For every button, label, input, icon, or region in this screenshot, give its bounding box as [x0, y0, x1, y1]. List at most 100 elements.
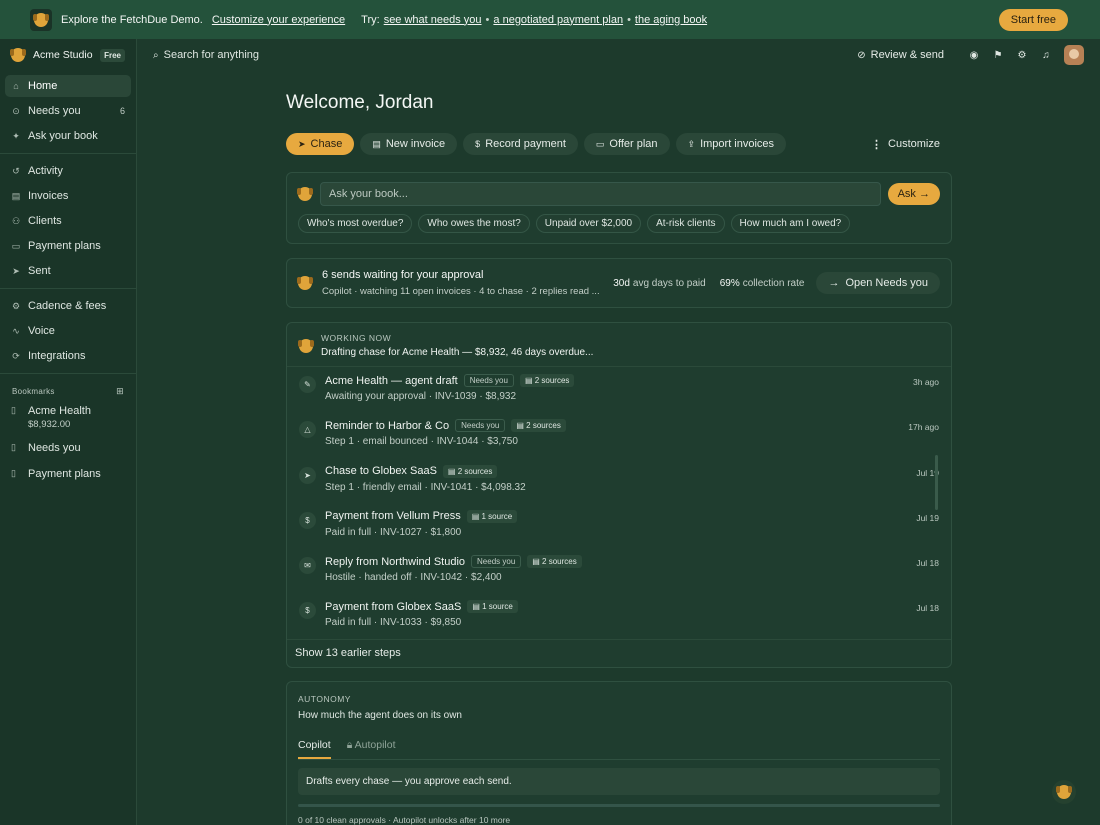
search-input[interactable]: ⌕ Search for anything	[153, 49, 259, 61]
warning-icon: △	[299, 421, 316, 439]
record-payment-button[interactable]: $ Record payment	[463, 133, 578, 155]
agent-avatar-icon	[1056, 785, 1072, 799]
start-free-button[interactable]: Start free	[998, 8, 1068, 31]
activity-row[interactable]: △ Reminder to Harbor & Co Needs you ▤ 2 sou…	[287, 412, 951, 457]
sidebar-item-activity[interactable]: ↺ Activity	[5, 160, 131, 182]
sources-label: 2 sources	[542, 557, 577, 567]
stat-days-label: avg days to paid	[632, 277, 706, 289]
send-icon: ➤	[12, 266, 20, 276]
stat-rate-value: 69%	[719, 277, 740, 289]
open-needs-you-button[interactable]: → Open Needs you	[816, 272, 940, 294]
working-title: Drafting chase for Acme Health — $8,932,…	[321, 347, 594, 358]
activity-subtitle: Step 1 · friendly email · INV-1041 · $4,…	[325, 481, 526, 493]
activity-row[interactable]: $ Payment from Globex SaaS ▤ 1 source Paid …	[287, 593, 951, 638]
customize-experience-link[interactable]: Customize your experience	[212, 14, 345, 26]
needs-you-count: 6	[119, 106, 125, 116]
bell-icon[interactable]: ♫	[1034, 50, 1058, 61]
divider	[0, 288, 136, 289]
tab-copilot[interactable]: Copilot	[298, 739, 331, 759]
search-placeholder: Search for anything	[163, 49, 259, 61]
card-icon: ▭	[11, 241, 21, 251]
chip-most-overdue[interactable]: Who's most overdue?	[298, 214, 413, 233]
activity-row[interactable]: ✉ Reply from Northwind Studio Needs you ▤ 2…	[287, 548, 951, 593]
bookmarks-label: Bookmarks	[12, 386, 55, 396]
voice-icon: ∿	[12, 326, 20, 336]
history-icon: ↺	[12, 166, 20, 176]
autonomy-footer: 0 of 10 clean approvals · Autopilot unlo…	[298, 814, 511, 825]
eye-icon[interactable]: ◉	[962, 50, 986, 61]
chip-how-much-owed[interactable]: How much am I owed?	[730, 214, 851, 233]
upload-icon: ⇪	[687, 138, 696, 149]
avatar[interactable]	[1064, 45, 1084, 65]
scrollbar[interactable]	[935, 455, 938, 510]
ask-button[interactable]: Ask →	[887, 183, 940, 205]
sidebar-item-payment-plans[interactable]: ▭ Payment plans	[5, 235, 131, 257]
sidebar-item-cadence-fees[interactable]: ⚙ Cadence & fees	[5, 295, 131, 317]
ask-input[interactable]: Ask your book...	[320, 182, 881, 206]
sidebar-item-label: Voice	[28, 325, 55, 337]
sources-label: 2 sources	[526, 421, 561, 431]
gear-icon[interactable]: ⚙	[1010, 50, 1034, 61]
sources-label: 1 source	[482, 602, 513, 612]
sources-badge[interactable]: ▤ 2 sources	[519, 374, 575, 387]
show-earlier-button[interactable]: Show 13 earlier steps	[287, 638, 951, 667]
sidebar-item-needs-you[interactable]: ⊙ Needs you 6	[5, 100, 131, 122]
import-invoices-button[interactable]: ⇪ Import invoices	[675, 133, 787, 155]
activity-row[interactable]: ✎ Acme Health — agent draft Needs you ▤ 2 s…	[287, 367, 951, 412]
card-icon: ▭	[595, 138, 605, 149]
bookmark-acme-health[interactable]: ▯ Acme Health $8,932.00	[0, 402, 136, 433]
activity-time: 3h ago	[913, 377, 939, 387]
sidebar-item-ask-your-book[interactable]: ✦ Ask your book	[5, 125, 131, 147]
workspace-name: Acme Studio	[33, 49, 93, 61]
lock-icon: 🔒︎	[346, 738, 355, 751]
sidebar-item-label: Ask your book	[28, 130, 98, 142]
chip-owes-most[interactable]: Who owes the most?	[418, 214, 530, 233]
sidebar-item-label: Clients	[28, 215, 62, 227]
try-link-needs-you[interactable]: see what needs you	[384, 14, 482, 26]
customize-button[interactable]: ⋮ Customize	[871, 133, 940, 155]
try-link-aging-book[interactable]: the aging book	[635, 14, 707, 26]
sidebar-item-integrations[interactable]: ⟳ Integrations	[5, 345, 131, 367]
workspace-logo-icon	[10, 48, 26, 62]
bookmark-needs-you[interactable]: ▯ Needs you	[0, 439, 136, 457]
sidebar-item-clients[interactable]: ⚇ Clients	[5, 210, 131, 232]
document-icon: ▤	[472, 602, 483, 612]
banner-title: Explore the FetchDue Demo.	[61, 13, 203, 26]
workspace-switcher[interactable]: Acme Studio Free	[0, 39, 136, 71]
sidebar: Acme Studio Free ⌂ Home ⊙ Needs you 6 ✦ …	[0, 39, 137, 825]
sources-badge[interactable]: ▤ 2 sources	[511, 419, 566, 433]
tab-autopilot[interactable]: 🔒︎ Autopilot	[347, 739, 396, 759]
activity-title: Chase to Globex SaaS	[325, 465, 437, 478]
offer-plan-button[interactable]: ▭ Offer plan	[583, 133, 670, 155]
approval-card: 6 sends waiting for your approval Copilo…	[286, 258, 952, 308]
agent-chat-button[interactable]	[1052, 780, 1076, 804]
sidebar-item-invoices[interactable]: ▤ Invoices	[5, 185, 131, 207]
bookmark-payment-plans[interactable]: ▯ Payment plans	[0, 465, 136, 483]
needs-you-tag: Needs you	[455, 419, 506, 433]
new-invoice-button[interactable]: ▤ New invoice	[360, 133, 458, 155]
review-send-button[interactable]: ⊘ Review & send	[857, 49, 944, 61]
sidebar-item-voice[interactable]: ∿ Voice	[5, 320, 131, 342]
try-link-payment-plan[interactable]: a negotiated payment plan	[493, 14, 623, 26]
chase-button[interactable]: ➤ Chase	[286, 133, 355, 155]
sidebar-item-sent[interactable]: ➤ Sent	[5, 260, 131, 282]
dollar-icon: $	[475, 139, 481, 149]
search-icon: ⌕	[153, 49, 159, 61]
sources-badge[interactable]: ▤ 1 source	[466, 509, 518, 523]
sidebar-item-label: Payment plans	[28, 240, 101, 252]
page-title: Welcome, Jordan	[286, 92, 434, 113]
activity-row[interactable]: ➤ Chase to Globex SaaS ▤ 2 sources Step 1 ·…	[287, 458, 951, 503]
activity-row[interactable]: $ Payment from Vellum Press ▤ 1 source Paid…	[287, 503, 951, 548]
add-bookmark-icon[interactable]: ⊞	[116, 386, 124, 397]
chip-unpaid-over[interactable]: Unpaid over $2,000	[535, 214, 642, 233]
paint-icon[interactable]: ⚑	[986, 50, 1010, 61]
bookmark-label: Needs you	[28, 442, 81, 454]
sources-badge[interactable]: ▤ 2 sources	[442, 464, 498, 478]
sources-badge[interactable]: ▤ 2 sources	[527, 555, 582, 569]
open-needs-you-label: Open Needs you	[845, 277, 928, 289]
chip-at-risk[interactable]: At-risk clients	[647, 214, 725, 233]
home-icon: ⌂	[13, 81, 19, 91]
sidebar-item-home[interactable]: ⌂ Home	[5, 75, 131, 97]
sources-badge[interactable]: ▤ 1 source	[467, 600, 518, 614]
bookmark-label: Acme Health	[28, 405, 91, 417]
